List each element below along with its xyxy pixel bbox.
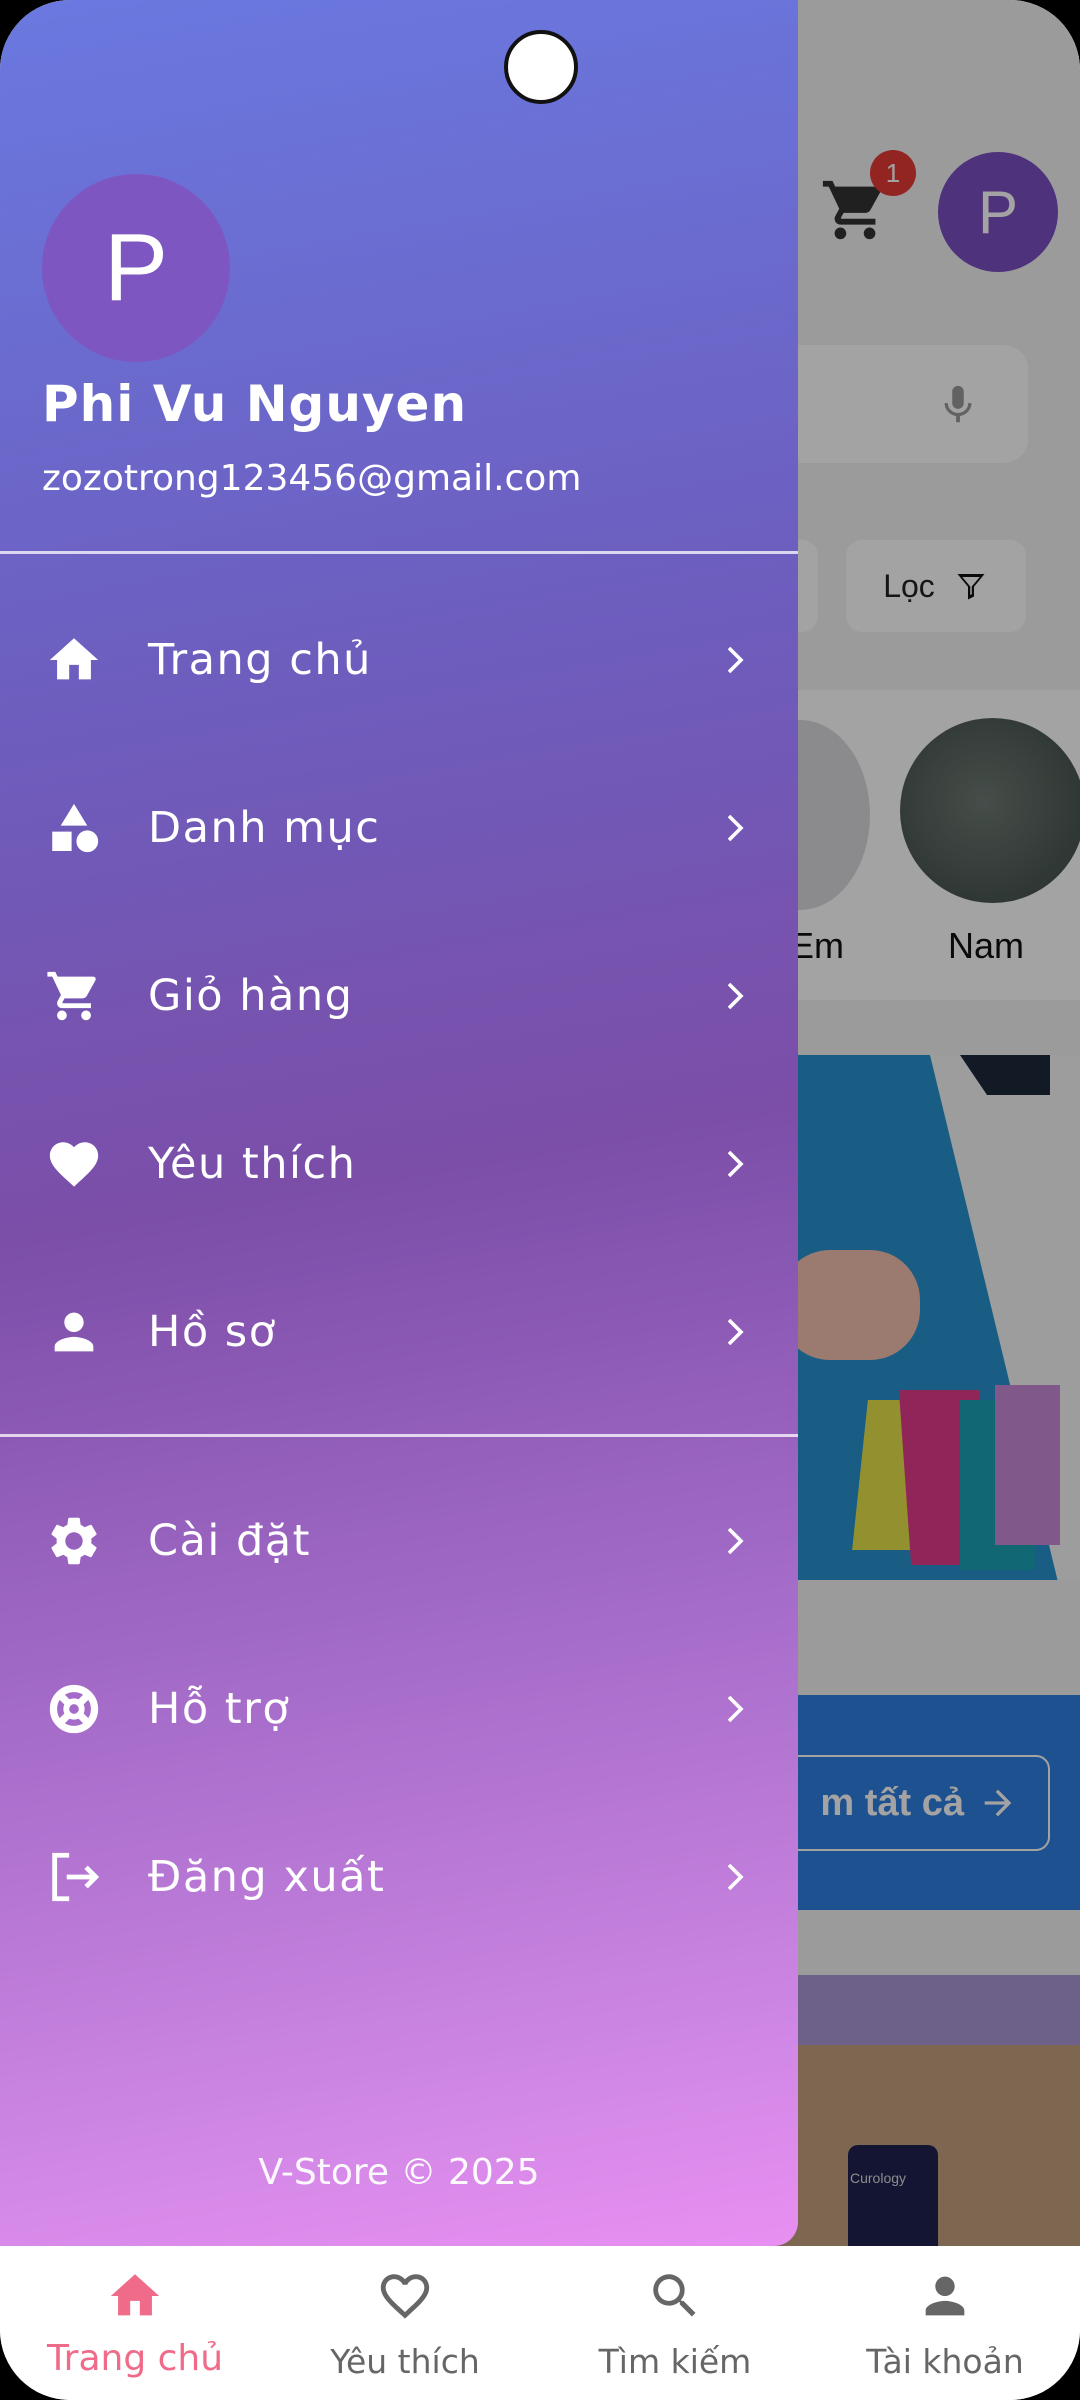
category-icon bbox=[44, 798, 104, 858]
chevron-right-icon bbox=[715, 1516, 755, 1566]
chevron-right-icon bbox=[715, 1307, 755, 1357]
nav-item-favorites[interactable]: Yêu thích bbox=[270, 2246, 540, 2400]
search-icon bbox=[645, 2266, 705, 2326]
support-icon bbox=[44, 1679, 104, 1739]
home-icon bbox=[44, 630, 104, 690]
drawer-item-logout[interactable]: Đăng xuất bbox=[0, 1793, 798, 1961]
drawer-item-support[interactable]: Hỗ trợ bbox=[0, 1625, 798, 1793]
person-icon bbox=[44, 1302, 104, 1362]
navigation-drawer: P Phi Vu Nguyen zozotrong123456@gmail.co… bbox=[0, 0, 798, 2246]
drawer-item-categories[interactable]: Danh mục bbox=[0, 744, 798, 912]
drawer-item-label: Hồ sơ bbox=[148, 1307, 277, 1357]
drawer-item-favorites[interactable]: Yêu thích bbox=[0, 1080, 798, 1248]
cart-icon bbox=[44, 966, 104, 1026]
drawer-item-label: Trang chủ bbox=[148, 635, 372, 685]
logout-icon bbox=[44, 1847, 104, 1907]
chevron-right-icon bbox=[715, 1852, 755, 1902]
drawer-avatar[interactable]: P bbox=[42, 174, 230, 362]
chevron-right-icon bbox=[715, 971, 755, 1021]
chevron-right-icon bbox=[715, 1684, 755, 1734]
drawer-item-home[interactable]: Trang chủ bbox=[0, 576, 798, 744]
nav-label: Yêu thích bbox=[330, 2342, 480, 2381]
user-name: Phi Vu Nguyen bbox=[42, 375, 468, 433]
person-icon bbox=[915, 2266, 975, 2326]
home-icon bbox=[105, 2266, 165, 2326]
chevron-right-icon bbox=[715, 635, 755, 685]
chevron-right-icon bbox=[715, 1139, 755, 1189]
drawer-item-label: Đăng xuất bbox=[148, 1852, 386, 1902]
user-email: zozotrong123456@gmail.com bbox=[42, 458, 582, 499]
nav-item-home[interactable]: Trang chủ bbox=[0, 2246, 270, 2400]
phone-screen: 1 P Lọc Em Nam m tất cả Curology P Phi V… bbox=[0, 0, 1080, 2400]
drawer-item-label: Giỏ hàng bbox=[148, 971, 354, 1021]
nav-label: Tìm kiếm bbox=[598, 2342, 752, 2381]
drawer-item-settings[interactable]: Cài đặt bbox=[0, 1457, 798, 1625]
drawer-footer: V-Store © 2025 bbox=[258, 2152, 540, 2193]
drawer-item-profile[interactable]: Hồ sơ bbox=[0, 1248, 798, 1416]
nav-item-account[interactable]: Tài khoản bbox=[810, 2246, 1080, 2400]
nav-label: Tài khoản bbox=[866, 2342, 1024, 2381]
bottom-navigation-bar: Trang chủ Yêu thích Tìm kiếm Tài khoản bbox=[0, 2246, 1080, 2400]
drawer-item-label: Cài đặt bbox=[148, 1516, 311, 1566]
camera-cutout bbox=[504, 30, 578, 104]
chevron-right-icon bbox=[715, 803, 755, 853]
drawer-item-label: Danh mục bbox=[148, 803, 381, 853]
divider bbox=[0, 1434, 798, 1437]
gear-icon bbox=[44, 1511, 104, 1571]
nav-label: Trang chủ bbox=[46, 2338, 224, 2379]
drawer-item-cart[interactable]: Giỏ hàng bbox=[0, 912, 798, 1080]
nav-item-search[interactable]: Tìm kiếm bbox=[540, 2246, 810, 2400]
drawer-item-label: Yêu thích bbox=[148, 1139, 357, 1189]
heart-outline-icon bbox=[375, 2266, 435, 2326]
heart-icon bbox=[44, 1134, 104, 1194]
divider bbox=[0, 551, 798, 554]
drawer-item-label: Hỗ trợ bbox=[148, 1684, 291, 1734]
